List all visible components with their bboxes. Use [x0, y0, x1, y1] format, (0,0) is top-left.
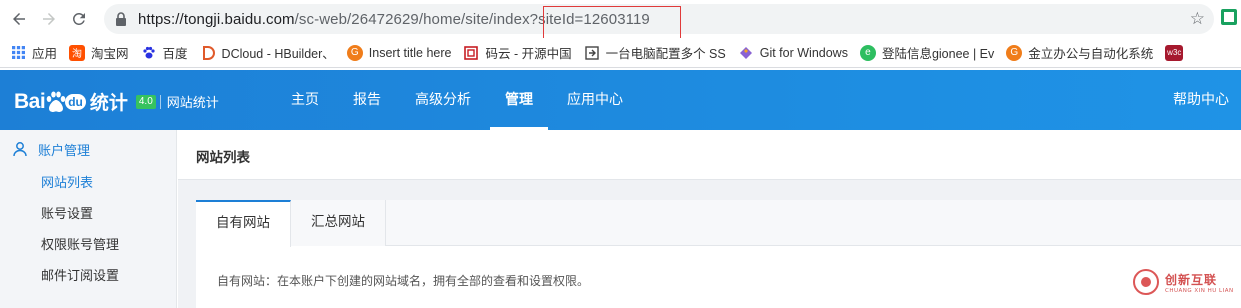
- arrow-right-icon: [43, 13, 55, 25]
- bookmark-w3c[interactable]: w3c: [1159, 42, 1195, 64]
- logo-tongji-text: 统计: [89, 92, 128, 114]
- baidu-paw-icon: [141, 45, 157, 61]
- dcloud-icon: [200, 45, 216, 61]
- logo-du-text: du: [65, 93, 86, 110]
- bookmarks-bar: 应用 淘 淘宝网 百度 DCloud - HBuilder、 G Insert …: [0, 38, 1241, 68]
- site-tabs: 自有网站 汇总网站: [196, 200, 1241, 247]
- page-title: 网站列表: [196, 150, 250, 166]
- tab-description: 自有网站：在本账户下创建的网站域名，拥有全部的查看和设置权限。: [217, 274, 590, 288]
- nav-reports[interactable]: 报告: [338, 70, 396, 130]
- nav-home[interactable]: 主页: [276, 70, 334, 130]
- user-icon: [13, 142, 27, 157]
- sidebar-item-permission-accounts[interactable]: 权限账号管理: [0, 230, 176, 261]
- nav-app-center[interactable]: 应用中心: [552, 70, 638, 130]
- bookmark-baidu[interactable]: 百度: [135, 42, 194, 64]
- bookmark-apps[interactable]: 应用: [0, 42, 63, 64]
- nav-advanced-analysis[interactable]: 高级分析: [400, 70, 486, 130]
- browser-toolbar: https://tongji.baidu.com/sc-web/26472629…: [0, 0, 1241, 44]
- bookmark-label: 码云 - 开源中国: [485, 47, 572, 61]
- site-list-card: 自有网站 汇总网站 自有网站：在本账户下创建的网站域名，拥有全部的查看和设置权限…: [196, 200, 1241, 308]
- bookmark-ssh[interactable]: 一台电脑配置多个 SS: [578, 42, 732, 64]
- extension-icon[interactable]: [1221, 9, 1237, 25]
- forward-button[interactable]: [34, 4, 64, 34]
- bookmark-label: 百度: [162, 47, 188, 61]
- reload-button[interactable]: [64, 4, 94, 34]
- bookmark-dcloud[interactable]: DCloud - HBuilder、: [194, 42, 341, 64]
- bookmark-label: DCloud - HBuilder、: [221, 47, 335, 61]
- bookmark-label: 金立办公与自动化系统: [1028, 47, 1154, 61]
- arrow-left-icon: [13, 13, 25, 25]
- logo-bai-text: Bai: [14, 89, 46, 113]
- nav-management[interactable]: 管理: [490, 70, 548, 130]
- bookmark-label: Insert title here: [368, 45, 452, 60]
- address-bar[interactable]: https://tongji.baidu.com/sc-web/26472629…: [104, 4, 1214, 34]
- watermark-text: 创新互联 CHUANG XIN HU LIAN: [1165, 271, 1234, 294]
- bookmark-label: 淘宝网: [91, 47, 129, 61]
- app-header: Bai du 统计 4.0 网站统计 主页 报告 高级分析 管理 应用中心 帮助…: [0, 70, 1241, 130]
- orange-circle-icon: G: [1006, 44, 1023, 61]
- bookmark-label: 一台电脑配置多个 SS: [605, 47, 726, 61]
- main-nav: 主页 报告 高级分析 管理 应用中心: [276, 70, 642, 130]
- logo-divider: [159, 94, 161, 109]
- main-content: 网站列表 自有网站 汇总网站 自有网站：在本账户下创建的网站域名，拥有全部的查看…: [178, 130, 1241, 308]
- watermark-ring-icon: [1133, 269, 1159, 295]
- watermark-cn: 创新互联: [1165, 272, 1218, 287]
- sidebar-section-account[interactable]: 账户管理: [0, 130, 176, 168]
- bookmark-label: 应用: [32, 47, 58, 61]
- help-center-link[interactable]: 帮助中心: [1173, 70, 1229, 130]
- sidebar-item-site-list[interactable]: 网站列表: [0, 168, 176, 199]
- sidebar-section-label: 账户管理: [38, 143, 91, 159]
- version-badge: 4.0: [135, 94, 156, 109]
- back-button[interactable]: [4, 4, 34, 34]
- reload-icon: [72, 12, 85, 25]
- bookmark-gitee[interactable]: 码云 - 开源中国: [457, 42, 577, 64]
- page-header: 网站列表: [178, 130, 1241, 180]
- bookmark-evernote[interactable]: e 登陆信息gionee | Ev: [854, 42, 1000, 64]
- evernote-icon: e: [859, 44, 876, 61]
- watermark-logo: 创新互联 CHUANG XIN HU LIAN: [1133, 263, 1235, 301]
- watermark-en: CHUANG XIN HU LIAN: [1165, 287, 1234, 294]
- bookmark-taobao[interactable]: 淘 淘宝网: [63, 42, 135, 64]
- url-text: https://tongji.baidu.com/sc-web/26472629…: [138, 11, 650, 28]
- tab-summary-sites[interactable]: 汇总网站: [291, 200, 386, 246]
- gitee-icon: [463, 45, 479, 61]
- bookmark-label: Git for Windows: [759, 45, 848, 60]
- apps-grid-icon: [10, 45, 26, 61]
- baidu-paw-icon: [46, 91, 66, 113]
- page-icon: [584, 45, 600, 61]
- orange-circle-icon: G: [346, 44, 363, 61]
- bookmark-git-windows[interactable]: Git for Windows: [732, 42, 854, 64]
- bookmark-gionee-office[interactable]: G 金立办公与自动化系统: [1000, 42, 1159, 64]
- site-title: 网站统计: [166, 96, 219, 111]
- lock-icon: [114, 12, 128, 26]
- taobao-icon: 淘: [69, 44, 86, 61]
- git-diamond-icon: [738, 45, 754, 61]
- w3c-icon: w3c: [1165, 44, 1184, 61]
- sidebar-item-mail-subscription[interactable]: 邮件订阅设置: [0, 261, 176, 292]
- sidebar-item-account-settings[interactable]: 账号设置: [0, 199, 176, 230]
- url-host: https://tongji.baidu.com: [138, 10, 295, 28]
- bookmark-label: 登陆信息gionee | Ev: [881, 47, 995, 61]
- baidu-tongji-logo[interactable]: Bai du 统计 4.0 网站统计: [14, 88, 219, 115]
- sidebar: 账户管理 网站列表 账号设置 权限账号管理 邮件订阅设置: [0, 130, 177, 308]
- bookmark-insert-title[interactable]: G Insert title here: [341, 42, 458, 64]
- url-path: /sc-web/26472629/home/site/index?siteId=…: [294, 10, 650, 28]
- tab-own-sites[interactable]: 自有网站: [196, 200, 291, 247]
- bookmark-star-icon[interactable]: ☆: [1190, 9, 1205, 29]
